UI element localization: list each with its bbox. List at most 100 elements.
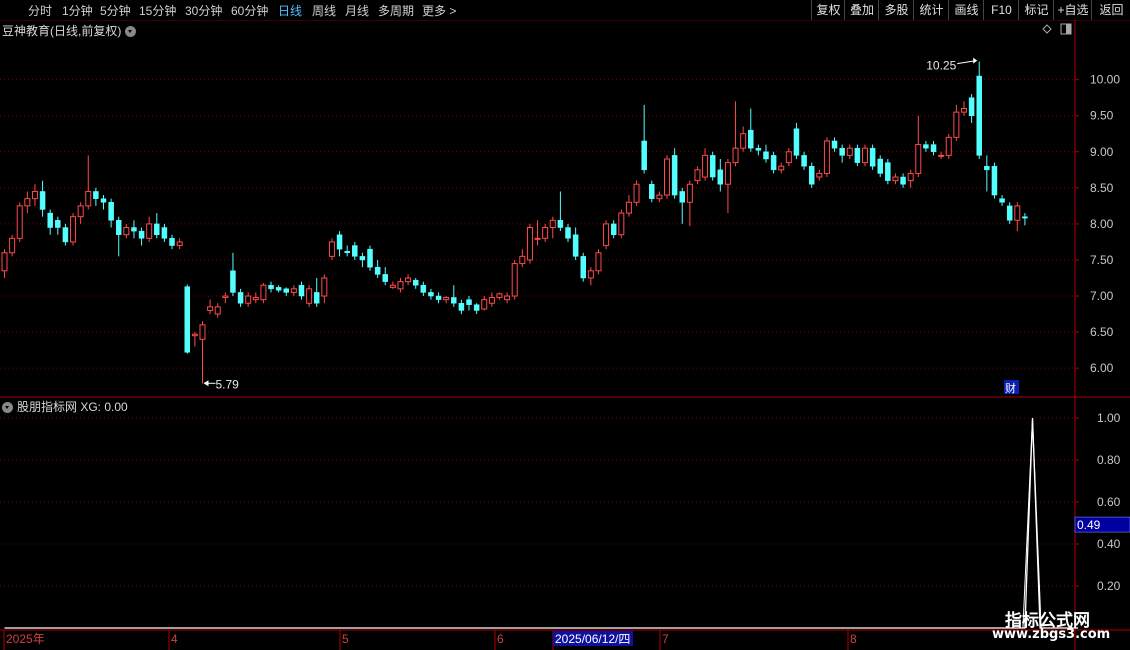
candle-body-up	[511, 263, 518, 297]
candle-body-down	[268, 284, 274, 290]
candle-body-up	[389, 284, 396, 288]
price-tick-label: 7.50	[1090, 253, 1114, 267]
indicator-title-text: 股朋指标网 XG: 0.00	[17, 400, 128, 414]
candle-body-down	[976, 75, 982, 156]
candle-body-down	[336, 234, 343, 250]
candle-body-up	[618, 212, 625, 236]
indicator-tick-label: 0.60	[1097, 495, 1121, 509]
candle-body-up	[496, 293, 503, 298]
candle-body-down	[230, 270, 236, 293]
chevron-down-icon[interactable]	[2, 402, 13, 414]
time-axis-label: 4	[171, 632, 178, 646]
candle-body-down	[900, 176, 906, 185]
candle-body-up	[245, 295, 252, 304]
candle-body-down	[755, 147, 762, 151]
candle-body-down	[420, 284, 427, 293]
candle-body-down	[367, 248, 373, 268]
candle-body-down	[93, 191, 99, 199]
candle-body-down	[359, 256, 366, 261]
candle-body-down	[275, 287, 282, 291]
main-chart-title-text: 豆神教育(日线,前复权)	[2, 24, 122, 38]
xg-value-label: 0.49	[1077, 518, 1101, 532]
candle-body-down	[885, 162, 891, 181]
candle-body-down	[763, 151, 769, 160]
candle-body-down	[839, 147, 845, 156]
candle-body-up	[24, 198, 31, 207]
candle-body-down	[999, 198, 1005, 203]
candle-body-down	[923, 144, 929, 149]
candle-body-down	[801, 155, 807, 167]
candle-body-down	[1006, 205, 1013, 221]
candle-body-up	[694, 169, 701, 182]
candle-body-up	[290, 288, 297, 293]
candle-body-up	[260, 284, 267, 301]
candle-body-down	[854, 147, 861, 163]
candle-body-up	[664, 158, 671, 196]
candle-body-up	[222, 295, 229, 298]
candle-body-down	[793, 128, 800, 156]
candle-body-up	[77, 205, 84, 218]
candle-body-down	[808, 165, 815, 185]
time-axis-label: 7	[662, 632, 669, 646]
candle-body-up	[481, 299, 488, 310]
main-chart-title[interactable]: 豆神教育(日线,前复权)	[2, 22, 137, 39]
candle-body-down	[641, 140, 647, 171]
candle-body-down	[283, 288, 290, 293]
candle-body-up	[504, 295, 511, 301]
high-price-label: 10.25	[926, 59, 956, 73]
price-tick-label: 7.00	[1090, 289, 1114, 303]
xg-indicator-line	[4, 417, 1079, 629]
candle-body-up	[443, 296, 450, 301]
candle-body-up	[907, 172, 914, 182]
candle-body-down	[169, 238, 175, 246]
candle-body-up	[816, 172, 823, 178]
candle-body-up	[823, 140, 830, 174]
candle-body-up	[846, 147, 853, 156]
finance-badge: 财	[1005, 381, 1016, 395]
candle-body-down	[344, 251, 350, 254]
indicator-title[interactable]: 股朋指标网 XG: 0.00	[2, 398, 128, 415]
candle-body-down	[991, 165, 998, 196]
candle-body-up	[16, 205, 23, 239]
candle-body-up	[656, 194, 663, 200]
candle-body-up	[740, 133, 747, 149]
price-tick-label: 8.00	[1090, 217, 1114, 231]
candle-body-down	[748, 129, 754, 149]
price-tick-label: 8.50	[1090, 181, 1114, 195]
candle-body-down	[1022, 216, 1028, 219]
candle-body-down	[161, 227, 168, 239]
candle-body-up	[542, 227, 549, 239]
candle-body-down	[382, 274, 388, 282]
stock-chart[interactable]: 10.00 9.50 9.00 8.50 8.00 7.50 7.00 6.50 6.00 1.0…	[0, 0, 1130, 650]
candle-body-down	[930, 144, 937, 153]
candle-body-down	[108, 202, 114, 221]
price-tick-label: 9.00	[1090, 145, 1114, 159]
candle-body-up	[31, 190, 38, 200]
candle-body-up	[252, 296, 259, 301]
candle-body-down	[39, 191, 46, 210]
candle-body-up	[207, 306, 214, 311]
candle-body-down	[131, 227, 137, 232]
candle-body-up	[191, 333, 198, 337]
candle-body-up	[785, 151, 792, 164]
candle-body-down	[428, 292, 434, 297]
candle-body-down	[831, 140, 838, 149]
candle-body-up	[686, 183, 693, 203]
candle-body-up	[603, 223, 610, 247]
candle-body-up	[702, 154, 709, 178]
candle-body-up	[945, 136, 952, 156]
panel-toggle-icon-fill	[1066, 24, 1071, 34]
candle-body-down	[466, 299, 472, 305]
candle-body-down	[610, 223, 617, 235]
candle-body-up	[123, 227, 130, 236]
candle-body-up	[519, 255, 526, 265]
candle-body-down	[138, 230, 145, 239]
candle-body-up	[70, 216, 77, 243]
candle-body-up	[587, 270, 594, 279]
candle-body-up	[85, 190, 92, 207]
candle-body-up	[732, 147, 739, 164]
high-pointer-arrow	[973, 57, 978, 64]
indicator-tick-label: 0.20	[1097, 579, 1121, 593]
chevron-down-icon[interactable]	[125, 26, 137, 38]
candle-body-down	[412, 279, 419, 286]
